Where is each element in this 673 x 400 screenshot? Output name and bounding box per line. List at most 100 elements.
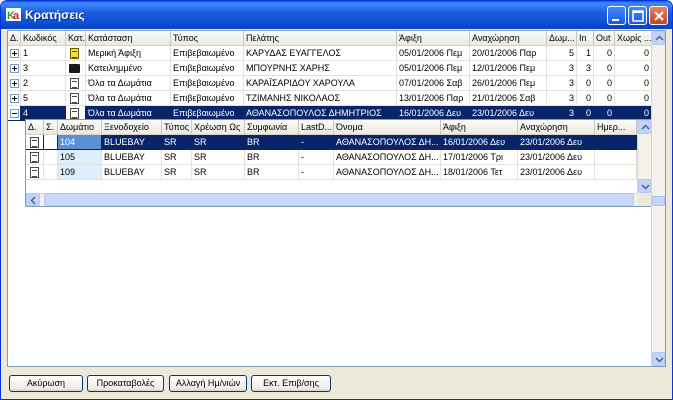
- col-header-arrival[interactable]: Άφιξη: [397, 31, 470, 46]
- col-header-code[interactable]: Κωδικός: [21, 31, 66, 46]
- chevron-up-icon: [655, 35, 664, 41]
- cell-in: 0: [577, 76, 594, 91]
- change-dates-button[interactable]: Αλλαγή Ημ/νιών: [169, 375, 247, 392]
- cell-out: 0: [594, 46, 615, 61]
- close-button[interactable]: [649, 6, 668, 25]
- detail-row-selected[interactable]: 104 BLUEBAY SR SR BR - ΑΘΑΝΑΣΟΠΟΥΛΟΣ ΔΗ.…: [26, 135, 637, 150]
- chevron-down-icon: [655, 357, 664, 363]
- scroll-up-button[interactable]: [638, 120, 651, 134]
- doc-icon: [70, 93, 79, 104]
- collapse-toggle[interactable]: [8, 106, 21, 121]
- col-header-room[interactable]: Δωμάτιο: [58, 120, 102, 135]
- table-row[interactable]: 2 Όλα τα Δωμάτια Επιβεβαιωμένο ΚΑΡΑΪΣΑΡΙ…: [8, 76, 652, 91]
- cell-charge: SR: [192, 135, 245, 150]
- expand-toggle[interactable]: [8, 91, 21, 106]
- expand-toggle[interactable]: [8, 46, 21, 61]
- detail-row[interactable]: 105 BLUEBAY SR SR BR - ΑΘΑΝΑΣΟΠΟΥΛΟΣ ΔΗ.…: [26, 150, 637, 165]
- svg-text:a: a: [13, 10, 20, 21]
- cell-type: Επιβεβαιωμένο: [171, 46, 244, 61]
- col-header-rooms[interactable]: Δωμ...: [547, 31, 577, 46]
- col-header-charge-as[interactable]: Χρέωση Ως: [192, 120, 245, 135]
- cell-hotel: BLUEBAY: [102, 135, 162, 150]
- col-header-agreement[interactable]: Συμφωνία: [245, 120, 299, 135]
- cell-charge: SR: [192, 150, 245, 165]
- expand-toggle[interactable]: [8, 76, 21, 91]
- cell-without: 0: [615, 76, 652, 91]
- cell-days: [595, 150, 637, 165]
- col-header-departure[interactable]: Αναχώρηση: [518, 120, 595, 135]
- cell-customer: ΜΠΟΥΡΝΗΣ ΧΑΡΗΣ: [244, 61, 397, 76]
- cell-departure: 20/01/2006 Παρ: [470, 46, 547, 61]
- collapse-icon[interactable]: [10, 109, 19, 118]
- cell-arrival: 17/01/2006 Τρι: [441, 150, 518, 165]
- title-bar[interactable]: K a Κρατήσεις: [1, 1, 672, 29]
- scroll-corner: [637, 193, 651, 206]
- vertical-scrollbar[interactable]: [651, 31, 665, 366]
- reservations-window: K a Κρατήσεις Δ. Κωδικός Κατ. Κατάσταση …: [0, 0, 673, 400]
- cell-name: ΑΘΑΝΑΣΟΠΟΥΛΟΣ ΔΗ...: [334, 135, 441, 150]
- expand-toggle[interactable]: [8, 61, 21, 76]
- cell-in: 0: [577, 91, 594, 106]
- print-confirmation-button[interactable]: Εκτ. Επιβ/σης: [251, 375, 331, 392]
- cell-out: 0: [594, 91, 615, 106]
- scroll-up-button[interactable]: [652, 31, 665, 45]
- cell-rooms: 3: [547, 91, 577, 106]
- cell-status: Κατειλημμένο: [86, 61, 171, 76]
- col-header-hotel[interactable]: Ξενοδοχείο: [102, 120, 162, 135]
- cell-code: 5: [21, 91, 66, 106]
- cell-rooms: 3: [547, 61, 577, 76]
- cell-room-type: SR: [162, 165, 192, 180]
- grid-header: Δ. Κωδικός Κατ. Κατάσταση Τύπος Πελάτης …: [8, 31, 652, 46]
- maximize-button[interactable]: [628, 6, 647, 25]
- expand-icon[interactable]: [10, 49, 19, 58]
- minimize-button[interactable]: [607, 6, 626, 25]
- deposits-button[interactable]: Προκαταβολές: [87, 375, 164, 392]
- vertical-scroll-thumb[interactable]: [652, 196, 665, 206]
- col-header-without[interactable]: Χωρίς ...: [615, 31, 652, 46]
- col-header-departure[interactable]: Αναχώρηση: [470, 31, 547, 46]
- table-row[interactable]: 1 Μερική Άφιξη Επιβεβαιωμένο ΚΑΡΥΔΑΣ ΕΥΑ…: [8, 46, 652, 61]
- col-header-in[interactable]: In: [577, 31, 594, 46]
- col-header-lastd[interactable]: LastD...: [299, 120, 334, 135]
- cell-without: 0: [615, 61, 652, 76]
- col-header-name[interactable]: Όνομα: [334, 120, 441, 135]
- cell-out: 0: [594, 76, 615, 91]
- detail-horizontal-scrollbar[interactable]: [26, 193, 637, 206]
- expand-icon[interactable]: [10, 94, 19, 103]
- cell-code: 1: [21, 46, 66, 61]
- col-header-type[interactable]: Τύπος: [171, 31, 244, 46]
- col-header-d[interactable]: Δ.: [26, 120, 44, 135]
- scroll-left-button[interactable]: [26, 193, 40, 206]
- cell-type: Επιβεβαιωμένο: [171, 61, 244, 76]
- scroll-down-button[interactable]: [638, 179, 651, 193]
- detail-vertical-scrollbar[interactable]: [637, 120, 651, 193]
- detail-row[interactable]: 109 BLUEBAY SR SR BR - ΑΘΑΝΑΣΟΠΟΥΛΟΣ ΔΗ.…: [26, 165, 637, 180]
- col-header-room-type[interactable]: Τύπος: [162, 120, 192, 135]
- scroll-down-button[interactable]: [652, 352, 665, 366]
- expand-icon[interactable]: [10, 64, 19, 73]
- col-header-arrival[interactable]: Άφιξη: [441, 120, 518, 135]
- table-row[interactable]: 3 Κατειλημμένο Επιβεβαιωμένο ΜΠΟΥΡΝΗΣ ΧΑ…: [8, 61, 652, 76]
- expand-icon[interactable]: [10, 79, 19, 88]
- cell-rooms: 3: [547, 76, 577, 91]
- reservations-grid[interactable]: Δ. Κωδικός Κατ. Κατάσταση Τύπος Πελάτης …: [7, 30, 666, 367]
- cell-category: [66, 61, 86, 76]
- cell-without: 0: [615, 91, 652, 106]
- col-header-expand[interactable]: Δ.: [8, 31, 21, 46]
- cell-status: Όλα τα Δωμάτια: [86, 76, 171, 91]
- col-header-status[interactable]: Κατάσταση: [86, 31, 171, 46]
- cell-arrival: 13/01/2006 Παρ: [397, 91, 470, 106]
- col-header-customer[interactable]: Πελάτης: [244, 31, 397, 46]
- room-detail-grid[interactable]: Δ. Σ. Δωμάτιο Ξενοδοχείο Τύπος Χρέωση Ως…: [25, 119, 652, 207]
- chevron-left-icon: [30, 196, 36, 205]
- horizontal-scroll-thumb[interactable]: [44, 193, 634, 206]
- col-header-s[interactable]: Σ.: [44, 120, 58, 135]
- doc-icon: [70, 78, 79, 89]
- cancel-button[interactable]: Ακύρωση: [9, 375, 83, 392]
- col-header-category[interactable]: Κατ.: [66, 31, 86, 46]
- col-header-out[interactable]: Out: [594, 31, 615, 46]
- doc-icon: [30, 167, 39, 178]
- col-header-days[interactable]: Ημερ...: [595, 120, 637, 135]
- cell-d: [26, 150, 44, 165]
- table-row[interactable]: 5 Όλα τα Δωμάτια Επιβεβαιωμένο ΤΖΙΜΑΝΗΣ …: [8, 91, 652, 106]
